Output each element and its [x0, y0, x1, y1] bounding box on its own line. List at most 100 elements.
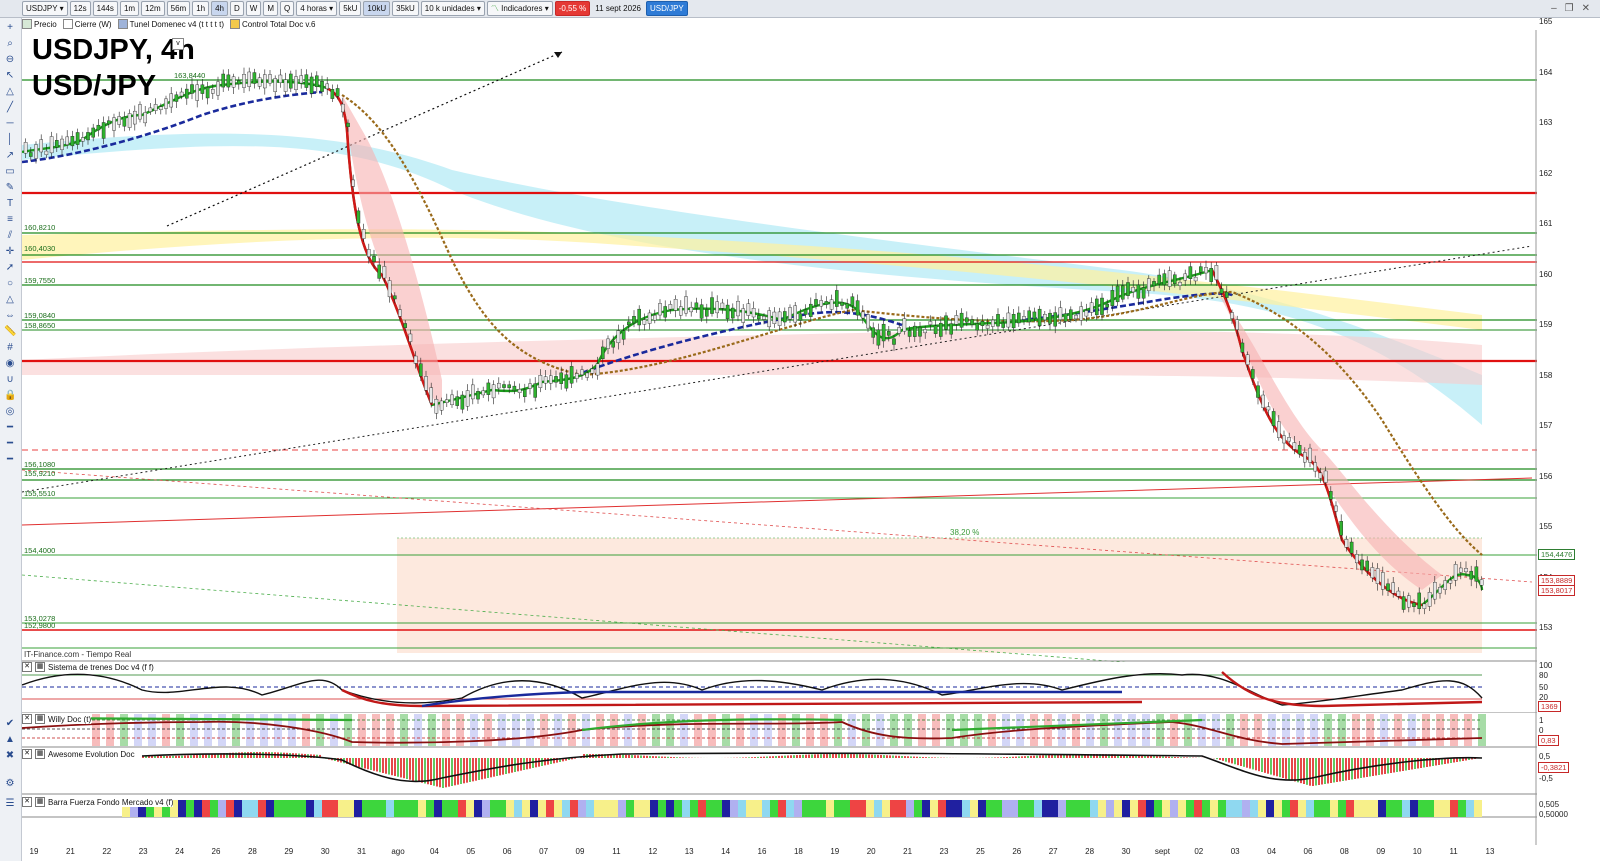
candle-body: [616, 330, 621, 344]
candle-body: [1344, 539, 1349, 548]
plus-icon[interactable]: +: [4, 22, 16, 34]
fib-icon[interactable]: ≡: [4, 214, 16, 226]
tf-12s[interactable]: 12s: [69, 1, 91, 16]
color-icon[interactable]: ◉: [4, 358, 16, 370]
magnet-icon[interactable]: ∪: [4, 374, 16, 386]
units-selector[interactable]: 10 k unidades ▾: [420, 1, 485, 16]
check-icon[interactable]: ✔: [4, 718, 16, 730]
awesome-bar: [433, 758, 435, 786]
ray-icon[interactable]: ↗: [4, 150, 16, 162]
close-icon[interactable]: ✕: [1582, 3, 1590, 14]
measure-icon[interactable]: ⇔: [4, 310, 16, 322]
hline-icon[interactable]: ─: [4, 118, 16, 130]
awesome-bar: [490, 758, 492, 778]
time-axis-label: 21: [65, 847, 75, 856]
legend-item[interactable]: Control Total Doc v.6: [229, 19, 316, 29]
barra-block: [810, 800, 818, 817]
restore-icon[interactable]: ❐: [1565, 3, 1574, 14]
price-chart[interactable]: 38,20 %: [22, 30, 1537, 845]
vol-35ku[interactable]: 35kU: [392, 1, 419, 16]
zoom-out-icon[interactable]: ⊖: [4, 54, 16, 66]
symbol-selector[interactable]: USDJPY ▾: [22, 1, 68, 16]
barra-block: [770, 800, 778, 817]
awesome-bar: [1186, 757, 1188, 758]
grid-icon[interactable]: #: [4, 342, 16, 354]
pencil-icon[interactable]: ✎: [4, 182, 16, 194]
willy-block: [1184, 714, 1192, 746]
list-icon[interactable]: ☰: [4, 798, 16, 810]
tf-w[interactable]: W: [245, 1, 262, 16]
pointer-icon[interactable]: ↖: [4, 70, 16, 82]
time-axis-label: 06: [502, 847, 512, 856]
vol-10ku[interactable]: 10kU: [363, 1, 391, 16]
tf-56m[interactable]: 56m: [166, 1, 191, 16]
candle-body: [382, 266, 387, 279]
lock-icon[interactable]: 🔒: [4, 390, 16, 402]
close-pane-icon[interactable]: ✕: [22, 749, 32, 759]
tf-144s[interactable]: 144s: [92, 1, 118, 16]
candle-body: [632, 316, 636, 324]
legend-item[interactable]: Precio: [22, 19, 57, 29]
ruler-icon[interactable]: 📏: [4, 326, 16, 338]
up-icon[interactable]: ▲: [4, 734, 16, 746]
period-selector[interactable]: 4 horas ▾: [296, 1, 338, 16]
minimize-icon[interactable]: –: [1551, 3, 1557, 14]
awesome-bar: [418, 758, 420, 782]
awesome-bar: [166, 755, 168, 758]
vol-5ku[interactable]: 5kU: [339, 1, 362, 16]
indicators-button[interactable]: 〽 Indicadores ▾: [486, 1, 553, 16]
willy-block: [1002, 714, 1010, 746]
price-axis-label: 161: [1539, 219, 1553, 228]
tf-1m[interactable]: 1m: [119, 1, 140, 16]
awesome-bar: [1414, 758, 1416, 769]
trendline-red-solid: [22, 477, 1533, 526]
tf-q[interactable]: Q: [280, 1, 295, 16]
level-label: 155,9210: [24, 469, 56, 478]
close-pane-icon[interactable]: ✕: [22, 797, 32, 807]
line-icon[interactable]: ╱: [4, 102, 16, 114]
tf-12m[interactable]: 12m: [141, 1, 165, 16]
hline-red-icon[interactable]: ━: [4, 438, 16, 450]
warning-icon[interactable]: △: [4, 86, 16, 98]
willy-block: [1464, 714, 1472, 746]
rect-icon[interactable]: ▭: [4, 166, 16, 178]
delete-icon[interactable]: ✖: [4, 750, 16, 762]
settings-icon[interactable]: ⚙: [4, 778, 16, 790]
candle-body: [767, 310, 771, 328]
chart-settings-icon[interactable]: v: [172, 38, 184, 50]
candle-body: [523, 389, 527, 397]
candle-body: [398, 309, 402, 317]
circle-icon[interactable]: ○: [4, 278, 16, 290]
awesome-bar: [400, 758, 402, 778]
willy-block: [1436, 714, 1444, 746]
candle-body: [65, 136, 69, 145]
legend-item[interactable]: Cierre (W): [62, 19, 112, 29]
triangle-icon[interactable]: △: [4, 294, 16, 306]
tf-m[interactable]: M: [263, 1, 279, 16]
zoom-icon[interactable]: ⌕: [4, 38, 16, 50]
pane-settings-icon[interactable]: ▦: [35, 714, 45, 724]
arrow-icon[interactable]: ➚: [4, 262, 16, 274]
channel-icon[interactable]: ⫽: [4, 230, 16, 242]
eye-icon[interactable]: ◎: [4, 406, 16, 418]
awesome-bar: [451, 758, 453, 786]
tf-d[interactable]: D: [230, 1, 244, 16]
hline-green-icon[interactable]: ━: [4, 422, 16, 434]
legend-item[interactable]: Tunel Domenec v4 (t t t t t): [117, 19, 224, 29]
pane-settings-icon[interactable]: ▦: [35, 749, 45, 759]
pane-settings-icon[interactable]: ▦: [35, 662, 45, 672]
tf-4h[interactable]: 4h: [211, 1, 228, 16]
vline-icon[interactable]: │: [4, 134, 16, 146]
time-axis-label: 27: [1048, 847, 1058, 856]
text-icon[interactable]: T: [4, 198, 16, 210]
close-pane-icon[interactable]: ✕: [22, 662, 32, 672]
awesome-bar: [1405, 758, 1407, 771]
awesome-bar: [649, 755, 651, 758]
candle-body: [689, 307, 693, 313]
pane-settings-icon[interactable]: ▦: [35, 797, 45, 807]
cross-icon[interactable]: ✛: [4, 246, 16, 258]
tf-1h[interactable]: 1h: [192, 1, 210, 16]
candle-body: [289, 73, 293, 89]
close-pane-icon[interactable]: ✕: [22, 714, 32, 724]
hline-blue-icon[interactable]: ━: [4, 454, 16, 466]
